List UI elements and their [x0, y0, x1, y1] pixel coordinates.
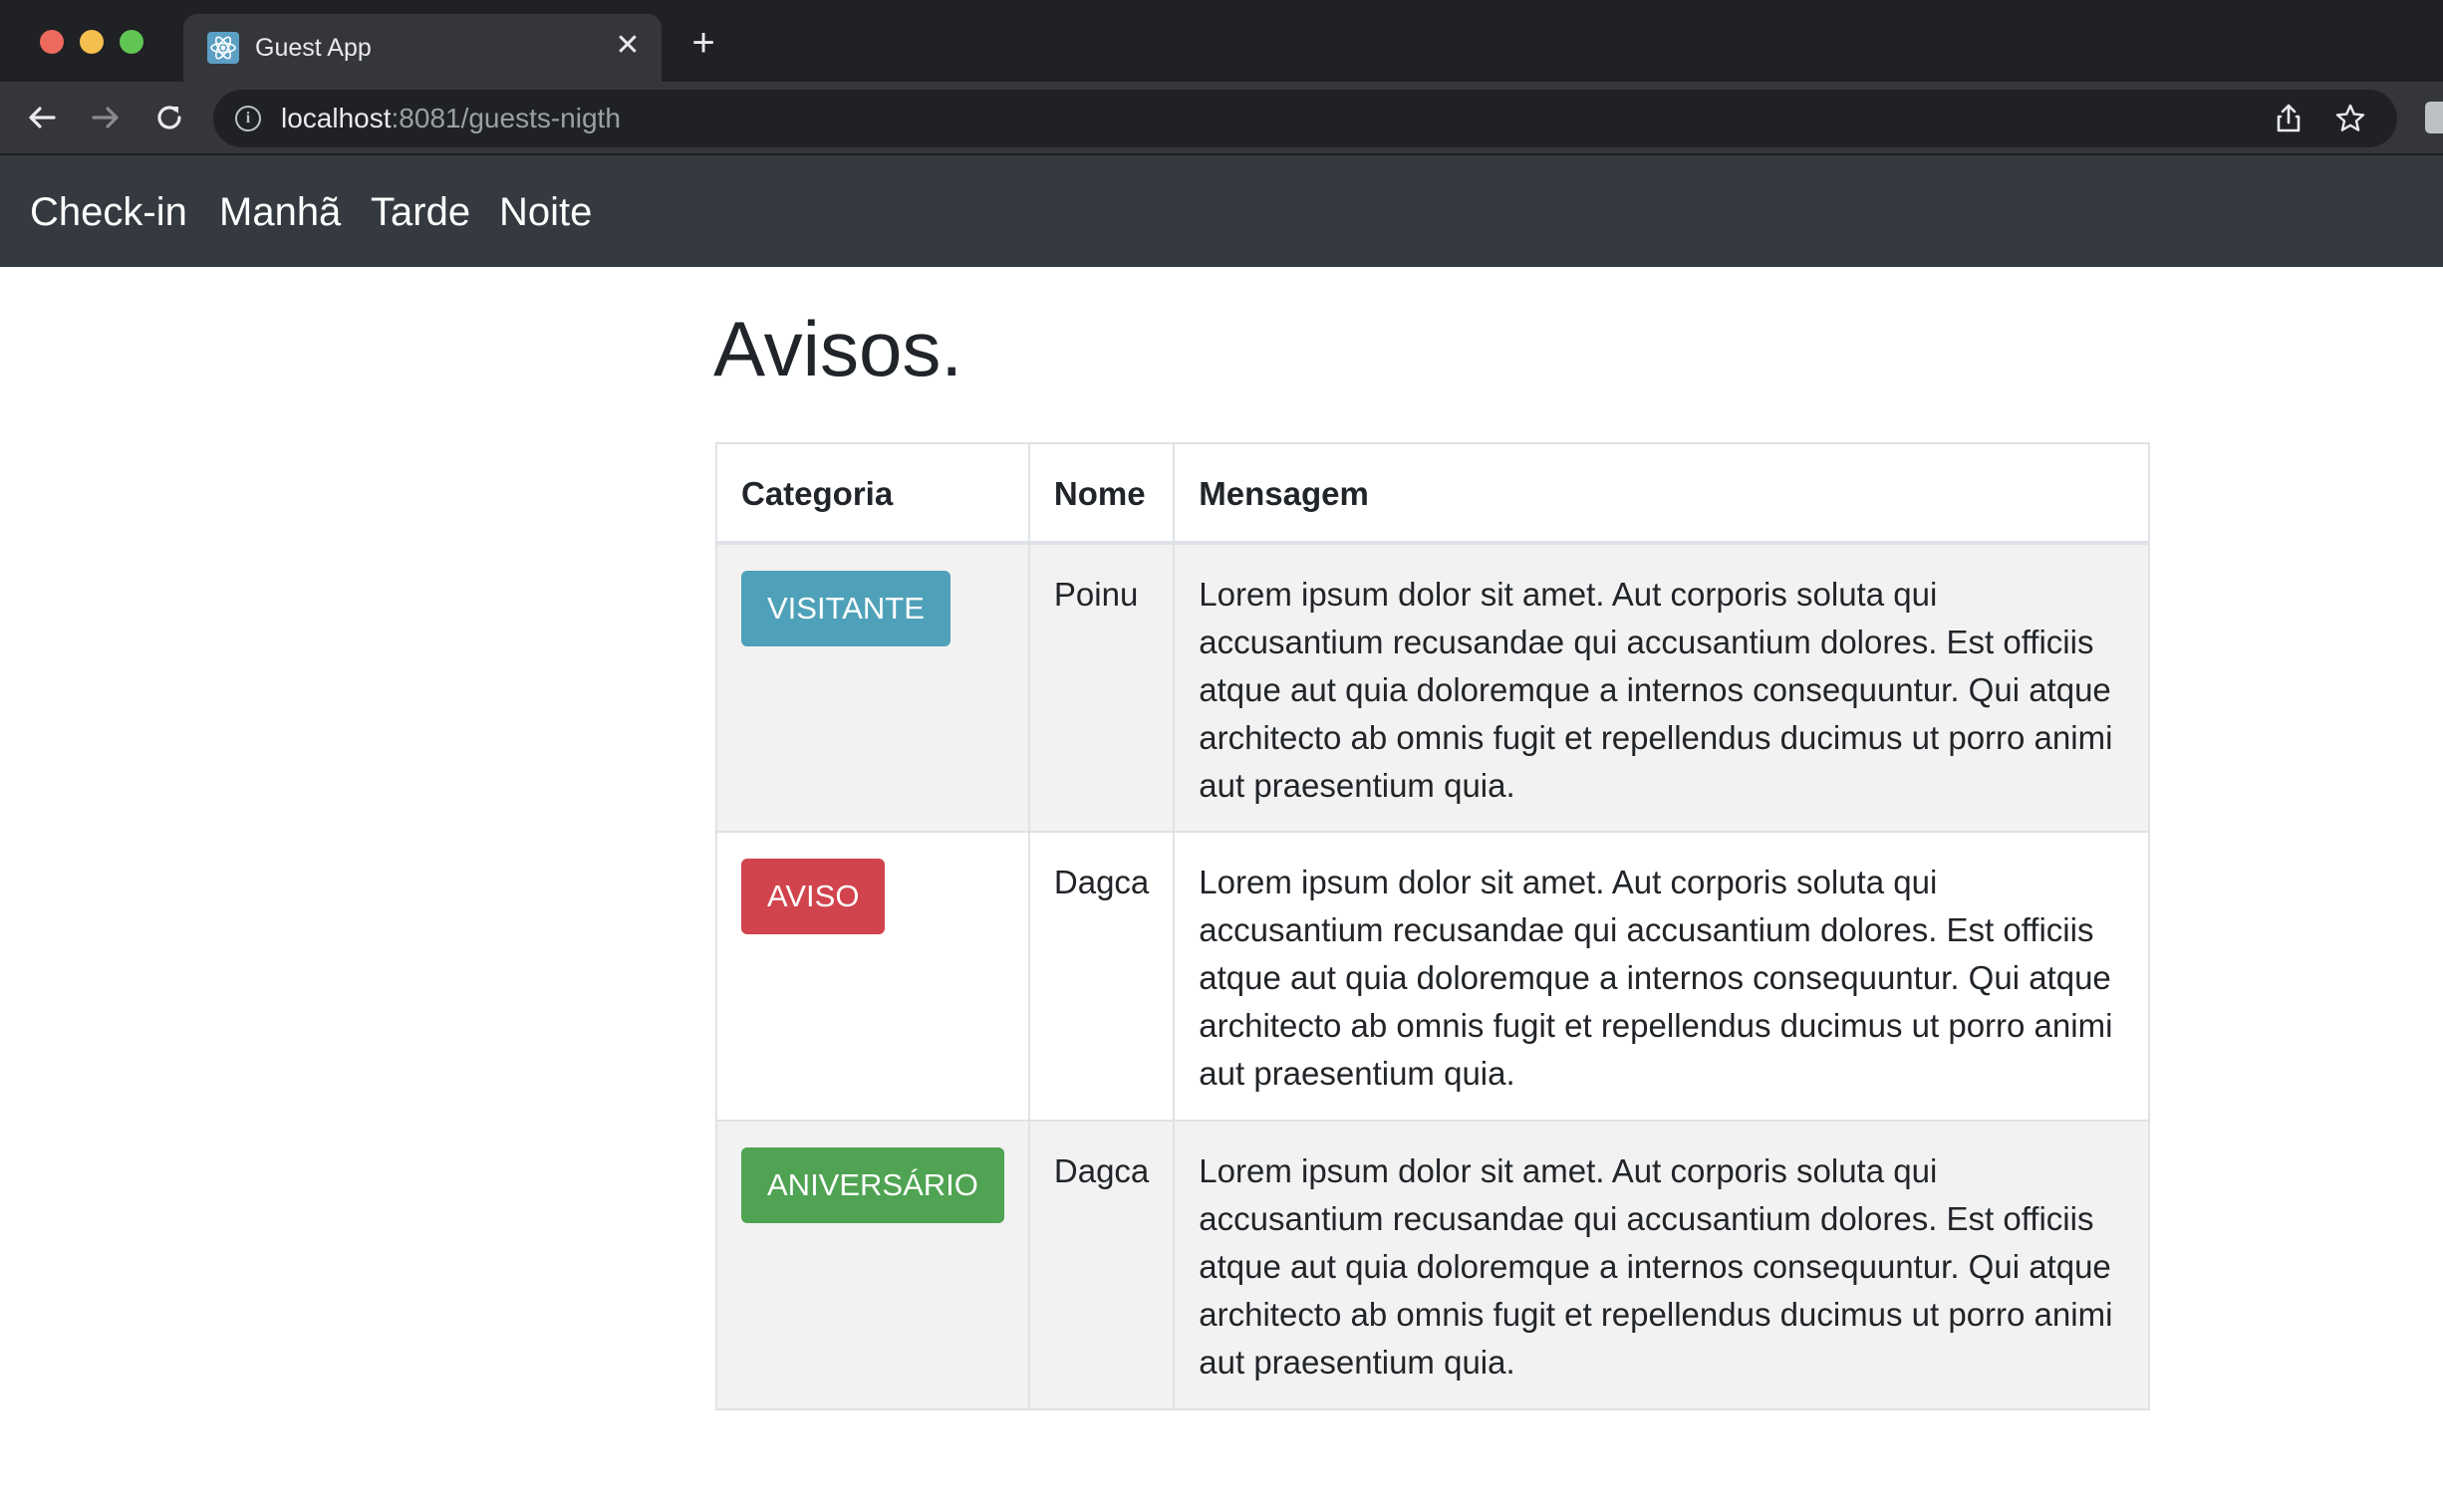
cell-categoria: VISITANTE — [715, 542, 1030, 833]
tab-close-icon[interactable]: ✕ — [612, 30, 644, 62]
address-bar[interactable]: i localhost:8081/guests-nigth — [213, 90, 2397, 147]
star-icon[interactable] — [2333, 102, 2367, 135]
page-title: Avisos. — [713, 305, 962, 392]
category-badge-visitante[interactable]: VISITANTE — [741, 571, 950, 646]
cell-nome: Dagca — [1027, 1120, 1176, 1410]
extension-icon[interactable] — [2425, 102, 2443, 133]
table-row: AVISO Dagca Lorem ipsum dolor sit amet. … — [715, 831, 2150, 1122]
browser-tab[interactable]: Guest App ✕ — [183, 14, 662, 82]
nav-link-check-in[interactable]: Check-in — [30, 187, 187, 237]
tab-title: Guest App — [255, 34, 372, 62]
browser-toolbar: i localhost:8081/guests-nigth — [0, 82, 2443, 155]
cell-mensagem: Lorem ipsum dolor sit amet. Aut corporis… — [1173, 831, 2150, 1122]
nav-link-manha[interactable]: Manhã — [219, 187, 341, 237]
column-header-nome: Nome — [1027, 442, 1176, 545]
table-row: VISITANTE Poinu Lorem ipsum dolor sit am… — [715, 542, 2150, 833]
window-zoom-button[interactable] — [120, 30, 143, 54]
cell-nome: Poinu — [1027, 542, 1176, 833]
app-navbar: Check-in Manhã Tarde Noite — [0, 155, 2443, 267]
nav-link-tarde[interactable]: Tarde — [371, 187, 470, 237]
new-tab-icon[interactable]: + — [685, 23, 721, 63]
nav-link-noite[interactable]: Noite — [499, 187, 592, 237]
column-header-mensagem: Mensagem — [1173, 442, 2150, 545]
category-badge-aviso[interactable]: AVISO — [741, 859, 886, 934]
share-icon[interactable] — [2272, 102, 2306, 135]
cell-nome: Dagca — [1027, 831, 1176, 1122]
table-row: ANIVERSÁRIO Dagca Lorem ipsum dolor sit … — [715, 1120, 2150, 1410]
column-header-categoria: Categoria — [715, 442, 1030, 545]
category-badge-aniversario[interactable]: ANIVERSÁRIO — [741, 1147, 1004, 1223]
window-close-button[interactable] — [40, 30, 64, 54]
cell-mensagem: Lorem ipsum dolor sit amet. Aut corporis… — [1173, 542, 2150, 833]
info-icon[interactable]: i — [235, 106, 261, 131]
browser-tab-strip: Guest App ✕ + — [0, 0, 2443, 82]
url-path: :8081/guests-nigth — [391, 103, 621, 133]
cell-mensagem: Lorem ipsum dolor sit amet. Aut corporis… — [1173, 1120, 2150, 1410]
cell-categoria: AVISO — [715, 831, 1030, 1122]
cell-categoria: ANIVERSÁRIO — [715, 1120, 1030, 1410]
url-text[interactable]: localhost:8081/guests-nigth — [281, 102, 621, 135]
reload-icon[interactable] — [149, 98, 189, 137]
table-header-row: Categoria Nome Mensagem — [715, 442, 2150, 545]
window-minimize-button[interactable] — [80, 30, 104, 54]
forward-icon[interactable] — [86, 98, 126, 137]
avisos-table: Categoria Nome Mensagem VISITANTE Poinu … — [715, 442, 2150, 1410]
react-favicon — [207, 32, 239, 64]
back-icon[interactable] — [22, 98, 62, 137]
url-host: localhost — [281, 103, 392, 133]
